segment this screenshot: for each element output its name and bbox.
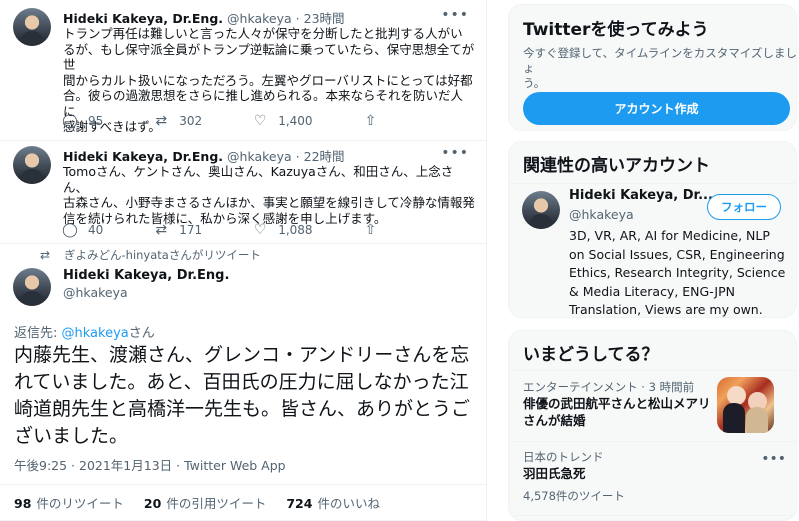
share-button[interactable]: ⇧: [361, 113, 389, 129]
relevant-title: 関連性の高いアカウント: [523, 156, 710, 176]
reply-count: 95: [88, 114, 104, 128]
reply-mention-link[interactable]: @hkakeya: [62, 326, 129, 341]
tweet-actions: ◯ 95 ⇄ 302 ♡ 1,400 ⇧: [60, 113, 437, 129]
reply-icon: ◯: [62, 222, 78, 238]
heart-icon: ♡: [253, 222, 267, 238]
divider: [509, 370, 796, 371]
share-icon: ⇧: [364, 113, 377, 129]
author-name[interactable]: Hideki Kakeya, Dr.Eng.: [63, 11, 223, 26]
retweet-count-link[interactable]: 98 件のリツイート: [14, 493, 124, 512]
retweet-count: 171: [179, 223, 203, 237]
tweet-time[interactable]: 22時間: [304, 149, 345, 164]
reply-count: 40: [88, 223, 104, 237]
tweet-meta[interactable]: 午後9:25 · 2021年1月13日 · Twitter Web App: [14, 455, 286, 474]
author-name[interactable]: Hideki Kakeya, Dr.Eng.: [63, 267, 229, 284]
follow-button[interactable]: フォロー: [707, 194, 781, 220]
retweet-button[interactable]: ⇄ 171: [151, 222, 202, 238]
trend-tweet-count: 4,578件のツイート: [523, 489, 625, 503]
share-icon: ⇧: [364, 222, 377, 238]
create-account-button[interactable]: アカウント作成: [523, 92, 790, 125]
tweet-header: Hideki Kakeya, Dr.Eng. @hkakeya · 23時間: [63, 8, 345, 27]
tweet-text: Tomoさん、ケントさん、奥山さん、Kazuyaさん、和田さん、上念さん、 古森…: [63, 164, 475, 226]
divider: [509, 183, 796, 184]
tweet-line: ざいました。: [14, 425, 129, 447]
share-button[interactable]: ⇧: [361, 222, 389, 238]
tweet-actions: ◯ 40 ⇄ 171 ♡ 1,088 ⇧: [60, 222, 437, 238]
reply-suffix: さん: [128, 326, 155, 341]
trends-card: いまどうしてる？ エンターテインメント · 3 時間前 俳優の武田航平さんと松山…: [508, 330, 797, 521]
retweet-button[interactable]: ⇄ 302: [151, 113, 202, 129]
avatar[interactable]: [13, 268, 51, 306]
tweet-1[interactable]: Hideki Kakeya, Dr.Eng. @hkakeya · 23時間 •…: [0, 0, 486, 141]
main-tweet-author[interactable]: Hideki Kakeya, Dr.Eng. @hkakeya: [63, 267, 229, 301]
reply-button[interactable]: ◯ 40: [60, 222, 103, 238]
retweet-icon: ⇄: [40, 248, 51, 262]
sidebar: Twitterを使ってみよう 今すぐ登録して、タイムラインをカスタマイズしましょ…: [495, 0, 799, 521]
signup-title: Twitterを使ってみよう: [523, 20, 709, 40]
reply-icon: ◯: [62, 113, 78, 129]
account-name[interactable]: Hideki Kakeya, Dr...: [569, 188, 713, 203]
retweet-icon: ⇄: [155, 113, 168, 129]
quote-count-link[interactable]: 20 件の引用ツイート: [144, 493, 266, 512]
tweet-line: 間からカルト扱いになっただろう。左翼やグローバリストにとっては好都: [63, 72, 473, 88]
avatar[interactable]: [13, 146, 51, 184]
more-icon[interactable]: •••: [761, 451, 786, 467]
avatar[interactable]: [522, 191, 560, 229]
author-handle[interactable]: @hkakeya: [227, 11, 292, 26]
reply-button[interactable]: ◯ 95: [60, 113, 103, 129]
divider: [509, 441, 796, 442]
like-count: 1,088: [278, 223, 313, 237]
account-handle[interactable]: @hkakeya: [569, 207, 634, 222]
tweet-line: 内藤先生、渡瀬さん、グレンコ・アンドリーさんを忘: [14, 344, 470, 366]
trend-title[interactable]: 俳優の武田航平さんと松山メアリ さんが結婚: [523, 395, 711, 429]
signup-text: 今すぐ登録して、タイムラインをカスタマイズしましょ う。: [523, 46, 797, 90]
tweet-line: Tomoさん、ケントさん、奥山さん、Kazuyaさん、和田さん、上念さん、: [63, 164, 454, 195]
trend-image[interactable]: [717, 377, 774, 433]
author-handle[interactable]: @hkakeya: [227, 149, 292, 164]
tweet-line: 崎道朗先生と高橋洋一先生も。皆さん、ありがとうご: [14, 398, 471, 420]
more-icon[interactable]: •••: [441, 7, 469, 23]
main-tweet-text: 内藤先生、渡瀬さん、グレンコ・アンドリーさんを忘 れていました。あと、百田氏の圧…: [14, 342, 480, 450]
trend-category: 日本のトレンド: [523, 450, 604, 464]
tweet-line: トランプ再任は難しいと言った人々が保守を分断したと批判する人がいるが、もし保守派…: [63, 26, 475, 72]
tweet-time[interactable]: 23時間: [304, 11, 345, 26]
trend-title[interactable]: 羽田氏急死: [523, 465, 586, 482]
trend-category: エンターテインメント · 3 時間前: [523, 380, 695, 394]
author-handle[interactable]: @hkakeya: [63, 284, 229, 301]
retweet-context[interactable]: ⇄ ぎよみどん-hinyataさんがリツイート: [40, 247, 261, 263]
reply-to: 返信先: @hkakeyaさん: [14, 322, 155, 341]
retweeted-by: ぎよみどん-hinyataさんがリツイート: [64, 248, 261, 262]
timeline: Hideki Kakeya, Dr.Eng. @hkakeya · 23時間 •…: [0, 0, 487, 521]
reply-prefix: 返信先:: [14, 326, 62, 341]
tweet-2[interactable]: Hideki Kakeya, Dr.Eng. @hkakeya · 22時間 •…: [0, 141, 486, 244]
tweet-line: れていました。あと、百田氏の圧力に屈しなかった江: [14, 371, 469, 393]
like-button[interactable]: ♡ 1,400: [250, 113, 313, 129]
separator: ·: [295, 149, 300, 164]
like-count: 1,400: [278, 114, 313, 128]
tweet-line: 古森さん、小野寺まさるさんほか、事実と願望を線引きして冷静な情報発: [63, 195, 475, 210]
tweet-header: Hideki Kakeya, Dr.Eng. @hkakeya · 22時間: [63, 146, 345, 165]
divider: [509, 515, 796, 516]
author-name[interactable]: Hideki Kakeya, Dr.Eng.: [63, 149, 223, 164]
retweet-count: 302: [179, 114, 203, 128]
signup-card: Twitterを使ってみよう 今すぐ登録して、タイムラインをカスタマイズしましょ…: [508, 4, 797, 131]
trends-title: いまどうしてる？: [523, 345, 659, 365]
like-button[interactable]: ♡ 1,088: [250, 222, 313, 238]
account-bio: 3D, VR, AR, AI for Medicine, NLP on Soci…: [569, 228, 786, 317]
like-count-link[interactable]: 724 件のいいね: [286, 493, 380, 512]
engagement-counts: 98 件のリツイート 20 件の引用ツイート 724 件のいいね: [0, 484, 486, 521]
separator: ·: [295, 11, 300, 26]
retweet-icon: ⇄: [155, 222, 168, 238]
heart-icon: ♡: [253, 113, 267, 129]
more-icon[interactable]: •••: [441, 145, 469, 161]
relevant-accounts-card: 関連性の高いアカウント Hideki Kakeya, Dr... @hkakey…: [508, 141, 797, 318]
avatar[interactable]: [13, 8, 51, 46]
